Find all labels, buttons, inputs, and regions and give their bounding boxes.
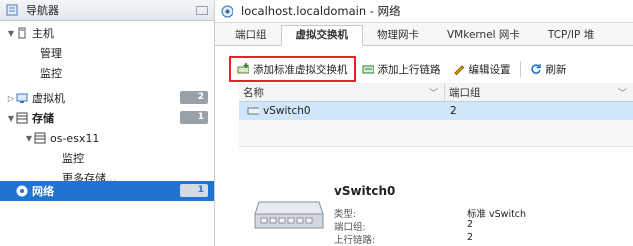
edit-settings-label: 编辑设置 bbox=[468, 63, 511, 76]
column-header-portgroups[interactable]: 端口组 ﹀ bbox=[445, 83, 633, 101]
toolbar-divider bbox=[519, 61, 521, 77]
vm-icon bbox=[16, 92, 28, 104]
tab-tcpip-stacks[interactable]: TCP/IP 堆 bbox=[534, 26, 608, 45]
toolbar: 添加标准虚拟交换机 添加上行链路 编辑设置 刷新 bbox=[229, 56, 633, 82]
network-header-icon bbox=[221, 5, 233, 17]
table-header: 名称 ﹀ 端口组 ﹀ bbox=[239, 83, 633, 102]
tree-item-host[interactable]: ▼ 主机 bbox=[0, 23, 214, 43]
refresh-button[interactable]: 刷新 bbox=[524, 58, 573, 80]
storage-count-badge: 1 bbox=[180, 111, 208, 124]
column-label-name: 名称 bbox=[243, 86, 264, 99]
switch-image-icon bbox=[253, 194, 325, 234]
page-title: localhost.localdomain - 网络 bbox=[241, 4, 401, 18]
collapse-panel-icon[interactable] bbox=[196, 5, 208, 15]
add-uplink-button[interactable]: 添加上行链路 bbox=[356, 58, 447, 80]
tree-label-monitor: 监控 bbox=[40, 67, 62, 80]
tab-physical-nics[interactable]: 物理网卡 bbox=[363, 26, 433, 45]
tree-item-network[interactable]: 网络 1 bbox=[0, 181, 214, 201]
edit-settings-button[interactable]: 编辑设置 bbox=[447, 58, 517, 80]
tree-label-host: 主机 bbox=[32, 27, 54, 40]
tree-label-ds-monitor: 监控 bbox=[62, 152, 84, 165]
expand-arrow-icon[interactable]: ▼ bbox=[6, 114, 16, 123]
network-count-badge: 1 bbox=[180, 184, 208, 197]
navigator-panel: 导航器 ▼ 主机 管理 监控 ▷ 虚拟机 2 ▼ 存储 1 ▼ os-esx11… bbox=[0, 0, 215, 246]
refresh-icon bbox=[530, 63, 542, 75]
type-label: 类型: bbox=[334, 209, 357, 220]
refresh-label: 刷新 bbox=[545, 63, 567, 76]
chevron-down-icon[interactable]: ﹀ bbox=[429, 86, 438, 99]
tree-item-ds-monitor[interactable]: 监控 bbox=[0, 148, 214, 168]
add-uplink-icon bbox=[362, 63, 374, 75]
tree-item-manage[interactable]: 管理 bbox=[0, 43, 214, 63]
table-row[interactable]: vSwitch0 2 bbox=[239, 102, 633, 120]
uplinks-value: 2 bbox=[467, 232, 474, 243]
tab-bar: 端口组 虚拟交换机 物理网卡 VMkernel 网卡 TCP/IP 堆 bbox=[215, 23, 633, 46]
tree-item-storage[interactable]: ▼ 存储 1 bbox=[0, 108, 214, 128]
navigator-icon bbox=[6, 4, 18, 16]
tab-virtual-switches[interactable]: 虚拟交换机 bbox=[280, 25, 363, 46]
add-standard-switch-label: 添加标准虚拟交换机 bbox=[253, 63, 348, 76]
vswitch-icon bbox=[247, 105, 259, 117]
content-header: localhost.localdomain - 网络 bbox=[215, 0, 633, 23]
tree-label-manage: 管理 bbox=[40, 47, 62, 60]
storage-icon bbox=[16, 112, 28, 124]
navigator-header: 导航器 bbox=[0, 0, 214, 21]
portgroups-label: 端口组: bbox=[334, 222, 366, 233]
chevron-down-icon[interactable]: ﹀ bbox=[618, 86, 627, 99]
portgroup-count: 2 bbox=[450, 105, 457, 117]
portgroups-value: 2 bbox=[467, 219, 474, 230]
expand-arrow-icon[interactable]: ▼ bbox=[6, 29, 16, 38]
tree-label-storage: 存储 bbox=[32, 112, 54, 125]
switch-table: 名称 ﹀ 端口组 ﹀ vSwitch0 2 bbox=[239, 83, 633, 147]
cell-portgroups: 2 bbox=[445, 102, 633, 120]
tree-item-monitor[interactable]: 监控 bbox=[0, 63, 214, 83]
cell-name: vSwitch0 bbox=[239, 102, 445, 120]
tree-label-vms: 虚拟机 bbox=[32, 92, 65, 105]
content-panel: localhost.localdomain - 网络 端口组 虚拟交换机 物理网… bbox=[215, 0, 633, 246]
uplinks-label: 上行链路: bbox=[334, 235, 376, 246]
vms-count-badge: 2 bbox=[180, 91, 208, 104]
tab-portgroups[interactable]: 端口组 bbox=[221, 26, 281, 45]
collapse-arrow-icon[interactable]: ▷ bbox=[6, 94, 16, 103]
type-value: 标准 vSwitch bbox=[467, 209, 527, 220]
navigator-title: 导航器 bbox=[26, 4, 59, 17]
table-empty-area bbox=[239, 120, 633, 147]
tab-vmkernel-nics[interactable]: VMkernel 网卡 bbox=[433, 26, 534, 45]
column-label-portgroups: 端口组 bbox=[449, 86, 481, 99]
detail-switch-name: vSwitch0 bbox=[334, 184, 396, 198]
pencil-icon bbox=[453, 63, 465, 75]
expand-arrow-icon[interactable]: ▼ bbox=[24, 134, 34, 143]
add-switch-icon bbox=[237, 63, 249, 75]
switch-name: vSwitch0 bbox=[263, 105, 311, 117]
add-standard-switch-button[interactable]: 添加标准虚拟交换机 bbox=[229, 56, 356, 82]
tree-item-datastore[interactable]: ▼ os-esx11 bbox=[0, 128, 214, 148]
column-header-name[interactable]: 名称 ﹀ bbox=[239, 83, 445, 101]
datastore-icon bbox=[34, 132, 46, 144]
switch-detail: vSwitch0 类型: 标准 vSwitch 端口组: 2 上行链路: 2 bbox=[239, 170, 633, 246]
tree-label-network: 网络 bbox=[32, 185, 54, 198]
network-icon bbox=[16, 185, 28, 197]
add-uplink-label: 添加上行链路 bbox=[377, 63, 441, 76]
tree-label-datastore: os-esx11 bbox=[50, 131, 100, 145]
tree-item-vms[interactable]: ▷ 虚拟机 2 bbox=[0, 88, 214, 108]
host-icon bbox=[16, 27, 28, 39]
